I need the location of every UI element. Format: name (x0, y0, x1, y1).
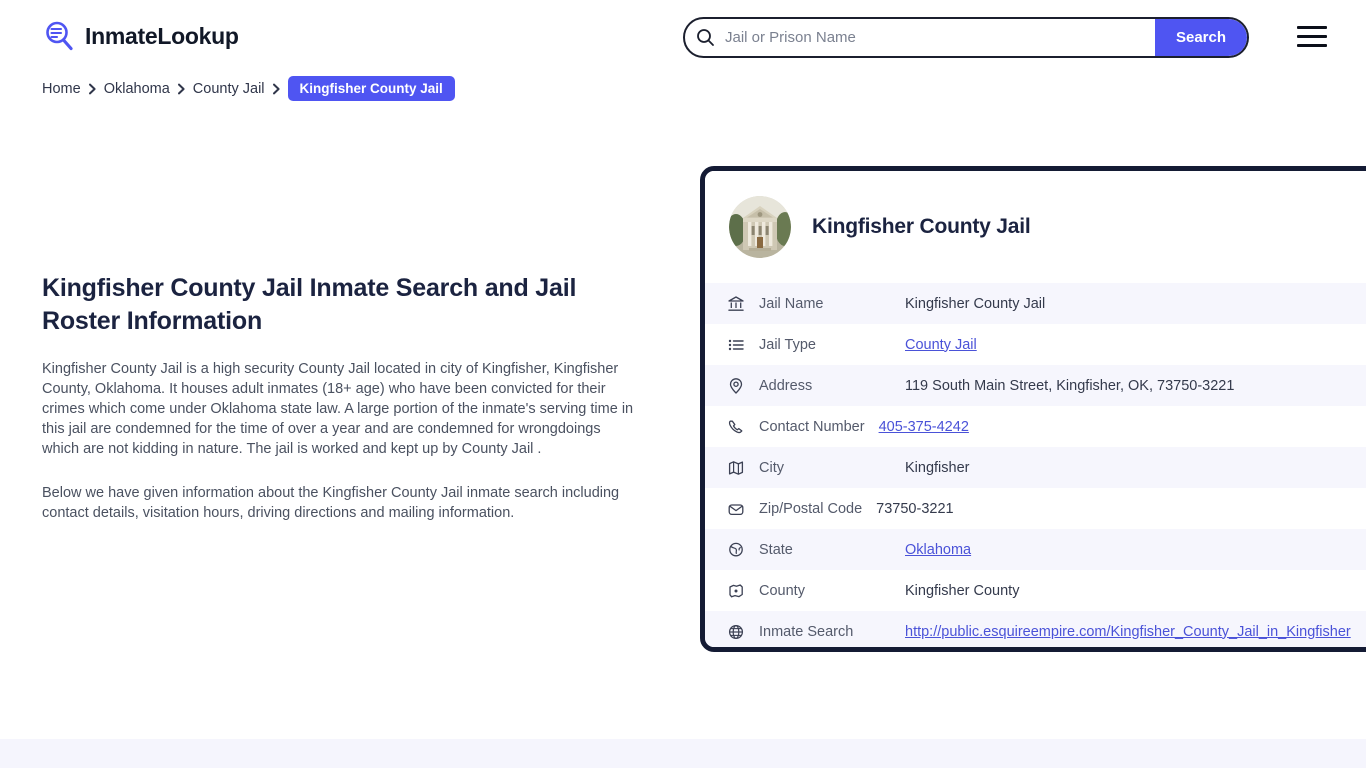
chevron-right-icon (272, 83, 281, 95)
envelope-icon (727, 500, 745, 518)
site-header: InmateLookup Search (0, 0, 1366, 74)
row-value[interactable]: County Jail (905, 337, 977, 353)
card-header: Kingfisher County Jail (705, 171, 1366, 283)
main-content: Kingfisher County Jail Inmate Search and… (42, 272, 642, 523)
row-label: County (759, 582, 805, 599)
search-button[interactable]: Search (1155, 19, 1247, 56)
bank-icon (727, 295, 745, 313)
breadcrumb-link-home[interactable]: Home (42, 81, 81, 97)
courthouse-photo (729, 196, 791, 258)
hamburger-line (1297, 26, 1327, 29)
search-bar[interactable]: Search (683, 17, 1249, 58)
row-label: City (759, 459, 784, 476)
map-icon (727, 459, 745, 477)
globe-pin-icon (727, 541, 745, 559)
footer-strip (0, 739, 1366, 768)
list-icon (727, 336, 745, 354)
row-value: Kingfisher County Jail (905, 295, 1046, 312)
chevron-right-icon (88, 83, 97, 95)
row-label: Address (759, 377, 813, 394)
row-value[interactable]: Oklahoma (905, 542, 971, 558)
hamburger-menu-icon[interactable] (1297, 26, 1327, 47)
table-row: Jail Type County Jail (705, 324, 1366, 365)
phone-icon (727, 418, 745, 436)
row-label: Jail Type (759, 336, 816, 353)
row-label: Inmate Search (759, 623, 854, 640)
jail-info-card: Kingfisher County Jail Jail Name Kingfish… (700, 166, 1366, 652)
breadcrumb-link-oklahoma[interactable]: Oklahoma (104, 81, 170, 97)
row-value: 119 South Main Street, Kingfisher, OK, 7… (905, 377, 1235, 394)
row-label: Zip/Postal Code (759, 500, 863, 517)
table-row: Zip/Postal Code 73750-3221 (705, 488, 1366, 529)
breadcrumb: Home Oklahoma County Jail Kingfisher County… (42, 76, 455, 101)
table-row: Jail Name Kingfisher County Jail (705, 283, 1366, 324)
row-value: 73750-3221 (876, 500, 954, 517)
jail-detail-table: Jail Name Kingfisher County Jail Jail Type… (705, 283, 1366, 647)
hamburger-line (1297, 44, 1327, 47)
card-title: Kingfisher County Jail (812, 215, 1031, 238)
table-row: State Oklahoma (705, 529, 1366, 570)
row-label: State (759, 541, 793, 558)
row-value[interactable]: 405-375-4242 (879, 419, 969, 435)
intro-paragraph-1: Kingfisher County Jail is a high securit… (42, 361, 634, 457)
chevron-right-icon (177, 83, 186, 95)
intro-paragraph-2: Below we have given information about th… (42, 485, 620, 521)
search-input[interactable] (715, 19, 1155, 56)
row-label: Jail Name (759, 295, 824, 312)
hamburger-line (1297, 35, 1327, 38)
page-title: Kingfisher County Jail Inmate Search and… (42, 274, 577, 335)
row-value[interactable]: http://public.esquireempire.com/Kingfish… (905, 624, 1351, 640)
table-row: County Kingfisher County (705, 570, 1366, 611)
breadcrumb-current: Kingfisher County Jail (287, 76, 455, 101)
row-value: Kingfisher (905, 459, 970, 476)
row-value: Kingfisher County (905, 582, 1020, 599)
table-row: Contact Number 405-375-4242 (705, 406, 1366, 447)
table-row: Inmate Search http://public.esquireempire… (705, 611, 1366, 647)
brand-name: InmateLookup (85, 22, 239, 49)
search-list-icon (42, 19, 76, 53)
county-icon (727, 582, 745, 600)
search-icon (696, 28, 715, 47)
table-row: City Kingfisher (705, 447, 1366, 488)
breadcrumb-link-county-jail[interactable]: County Jail (193, 81, 265, 97)
globe-icon (727, 623, 745, 641)
brand-logo[interactable]: InmateLookup (42, 19, 239, 53)
table-row: Address 119 South Main Street, Kingfisher… (705, 365, 1366, 406)
map-pin-icon (727, 377, 745, 395)
row-label: Contact Number (759, 418, 865, 435)
